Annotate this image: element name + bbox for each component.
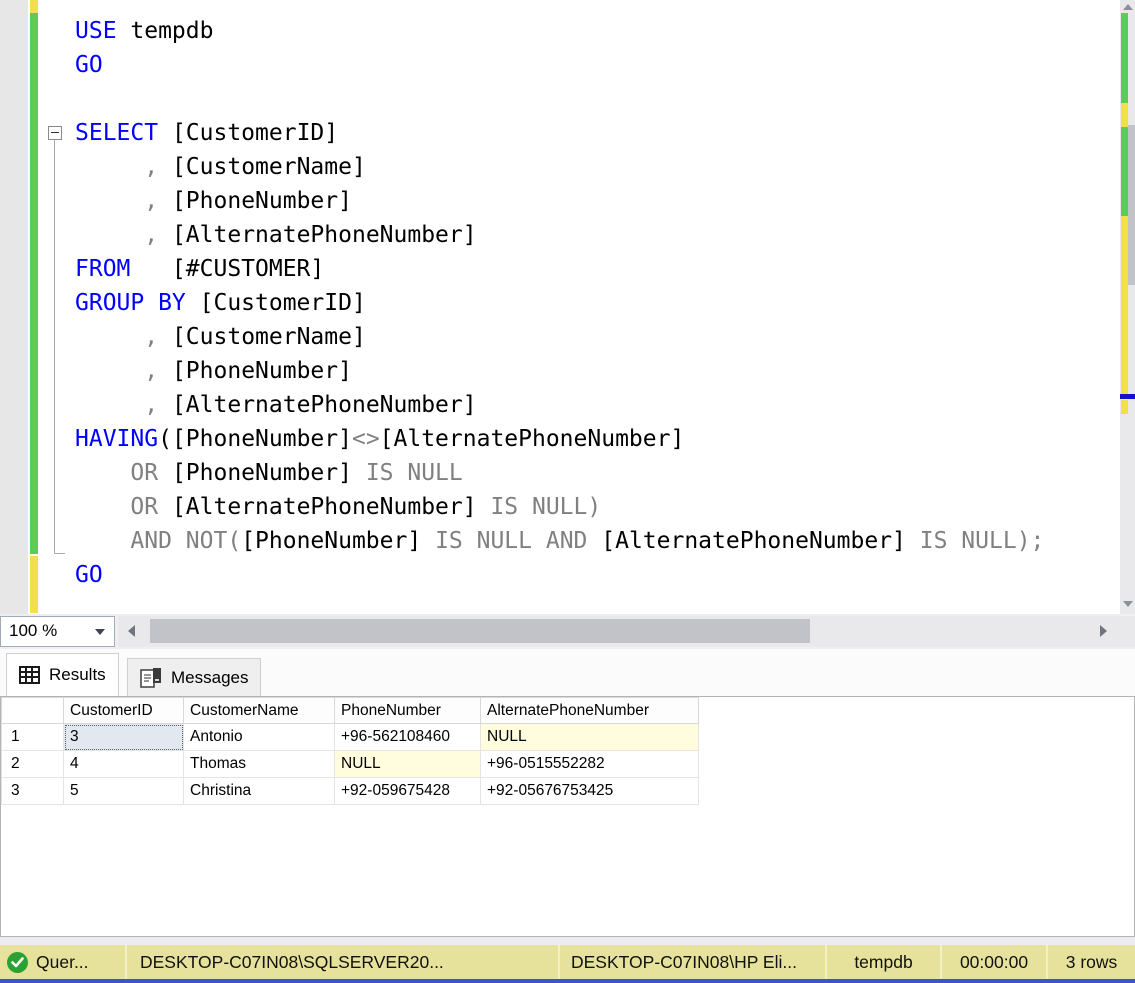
code-line[interactable]: GO bbox=[75, 48, 1120, 82]
table-row: 13Antonio+96-562108460NULL bbox=[2, 724, 699, 751]
change-bar-saved bbox=[30, 13, 38, 554]
grid-cell[interactable]: 5 bbox=[64, 778, 184, 805]
code-line[interactable]: , [PhoneNumber] bbox=[75, 184, 1120, 218]
column-header[interactable]: AlternatePhoneNumber bbox=[481, 698, 699, 724]
messages-icon bbox=[140, 667, 162, 688]
grid-cell[interactable]: 4 bbox=[64, 751, 184, 778]
results-grid-icon bbox=[19, 666, 40, 684]
grid-header-row: CustomerIDCustomerNamePhoneNumberAlterna… bbox=[2, 698, 699, 724]
status-query-segment: Quer... bbox=[0, 945, 127, 979]
scroll-caret-position-mark bbox=[1120, 394, 1135, 399]
code-line[interactable]: SELECT [CustomerID] bbox=[75, 116, 1120, 150]
code-line[interactable]: AND NOT([PhoneNumber] IS NULL AND [Alter… bbox=[75, 524, 1120, 558]
code-block-guide bbox=[54, 140, 55, 553]
success-check-icon bbox=[7, 952, 28, 973]
grid-cell[interactable]: NULL bbox=[481, 724, 699, 751]
column-header[interactable]: PhoneNumber bbox=[335, 698, 481, 724]
status-query-label: Quer... bbox=[36, 952, 89, 973]
editor-horizontal-scrollbar[interactable] bbox=[118, 616, 1135, 647]
code-line[interactable] bbox=[75, 82, 1120, 116]
tab-messages-label: Messages bbox=[171, 668, 248, 688]
scroll-mark-unsaved bbox=[1121, 400, 1128, 414]
results-tab-strip: Results Messages bbox=[0, 649, 1135, 696]
collapse-minus-icon[interactable] bbox=[48, 126, 62, 140]
status-user-name: DESKTOP-C07IN08\HP Eli... bbox=[560, 945, 827, 979]
status-server-name: DESKTOP-C07IN08\SQLSERVER20... bbox=[127, 945, 560, 979]
grid-cell[interactable]: Thomas bbox=[184, 751, 335, 778]
table-row: 35Christina+92-059675428+92-05676753425 bbox=[2, 778, 699, 805]
scroll-mark-saved bbox=[1121, 127, 1128, 216]
horizontal-scroll-thumb[interactable] bbox=[150, 619, 810, 643]
status-database: tempdb bbox=[827, 945, 942, 979]
code-line[interactable]: GROUP BY [CustomerID] bbox=[75, 286, 1120, 320]
vertical-scroll-thumb[interactable] bbox=[1128, 125, 1135, 285]
code-line[interactable]: HAVING([PhoneNumber]<>[AlternatePhoneNum… bbox=[75, 422, 1120, 456]
grid-cell[interactable]: +92-05676753425 bbox=[481, 778, 699, 805]
chevron-down-icon bbox=[95, 629, 105, 635]
scroll-mark-saved bbox=[1121, 13, 1128, 103]
code-block-guide-foot bbox=[54, 553, 65, 554]
grid-cell[interactable]: 3 bbox=[64, 724, 184, 751]
scroll-up-icon[interactable] bbox=[1123, 4, 1133, 10]
code-line[interactable]: , [CustomerName] bbox=[75, 150, 1120, 184]
change-bar-unsaved bbox=[30, 0, 38, 13]
tab-results-label: Results bbox=[49, 665, 106, 685]
grid-corner-cell[interactable] bbox=[2, 698, 64, 724]
zoom-level-value: 100 % bbox=[9, 621, 57, 641]
tab-messages[interactable]: Messages bbox=[127, 658, 261, 696]
scroll-mark-unsaved bbox=[1121, 216, 1128, 394]
code-line[interactable]: OR [AlternatePhoneNumber] IS NULL) bbox=[75, 490, 1120, 524]
grid-cell[interactable]: +96-562108460 bbox=[335, 724, 481, 751]
scroll-mark-unsaved bbox=[1121, 103, 1128, 127]
editor-vertical-scrollbar[interactable] bbox=[1120, 0, 1135, 614]
code-line[interactable]: OR [PhoneNumber] IS NULL bbox=[75, 456, 1120, 490]
row-number[interactable]: 1 bbox=[2, 724, 64, 751]
code-line[interactable]: GO bbox=[75, 558, 1120, 592]
zoom-dropdown[interactable]: 100 % bbox=[0, 616, 115, 647]
scroll-right-icon[interactable] bbox=[1100, 625, 1107, 637]
grid-cell[interactable]: Antonio bbox=[184, 724, 335, 751]
status-elapsed-time: 00:00:00 bbox=[942, 945, 1048, 979]
ssms-query-window: USE tempdbGOSELECT [CustomerID] , [Custo… bbox=[0, 0, 1135, 983]
scroll-left-icon[interactable] bbox=[128, 625, 135, 637]
code-line[interactable]: USE tempdb bbox=[75, 14, 1120, 48]
results-grid: CustomerIDCustomerNamePhoneNumberAlterna… bbox=[1, 697, 699, 805]
grid-body: 13Antonio+96-562108460NULL24ThomasNULL+9… bbox=[2, 724, 699, 805]
code-line[interactable]: , [CustomerName] bbox=[75, 320, 1120, 354]
scroll-down-icon[interactable] bbox=[1123, 601, 1133, 607]
editor-bottom-bar: 100 % bbox=[0, 614, 1135, 649]
grid-cell[interactable]: Christina bbox=[184, 778, 335, 805]
tab-results[interactable]: Results bbox=[6, 653, 119, 696]
row-number[interactable]: 3 bbox=[2, 778, 64, 805]
pane-gap bbox=[0, 937, 1135, 945]
column-header[interactable]: CustomerName bbox=[184, 698, 335, 724]
window-accent-line bbox=[0, 979, 1135, 983]
sql-editor[interactable]: USE tempdbGOSELECT [CustomerID] , [Custo… bbox=[0, 0, 1135, 614]
results-pane: CustomerIDCustomerNamePhoneNumberAlterna… bbox=[0, 696, 1135, 937]
table-row: 24ThomasNULL+96-0515552282 bbox=[2, 751, 699, 778]
change-bar-unsaved bbox=[30, 556, 38, 613]
code-line[interactable]: , [AlternatePhoneNumber] bbox=[75, 218, 1120, 252]
editor-indicator-margin bbox=[0, 0, 28, 614]
column-header[interactable]: CustomerID bbox=[64, 698, 184, 724]
grid-cell[interactable]: NULL bbox=[335, 751, 481, 778]
code-lines[interactable]: USE tempdbGOSELECT [CustomerID] , [Custo… bbox=[38, 0, 1120, 614]
grid-cell[interactable]: +96-0515552282 bbox=[481, 751, 699, 778]
code-line[interactable]: , [PhoneNumber] bbox=[75, 354, 1120, 388]
row-number[interactable]: 2 bbox=[2, 751, 64, 778]
status-row-count: 3 rows bbox=[1048, 945, 1135, 979]
grid-cell[interactable]: +92-059675428 bbox=[335, 778, 481, 805]
code-line[interactable]: , [AlternatePhoneNumber] bbox=[75, 388, 1120, 422]
status-bar: Quer... DESKTOP-C07IN08\SQLSERVER20... D… bbox=[0, 945, 1135, 979]
code-line[interactable]: FROM [#CUSTOMER] bbox=[75, 252, 1120, 286]
